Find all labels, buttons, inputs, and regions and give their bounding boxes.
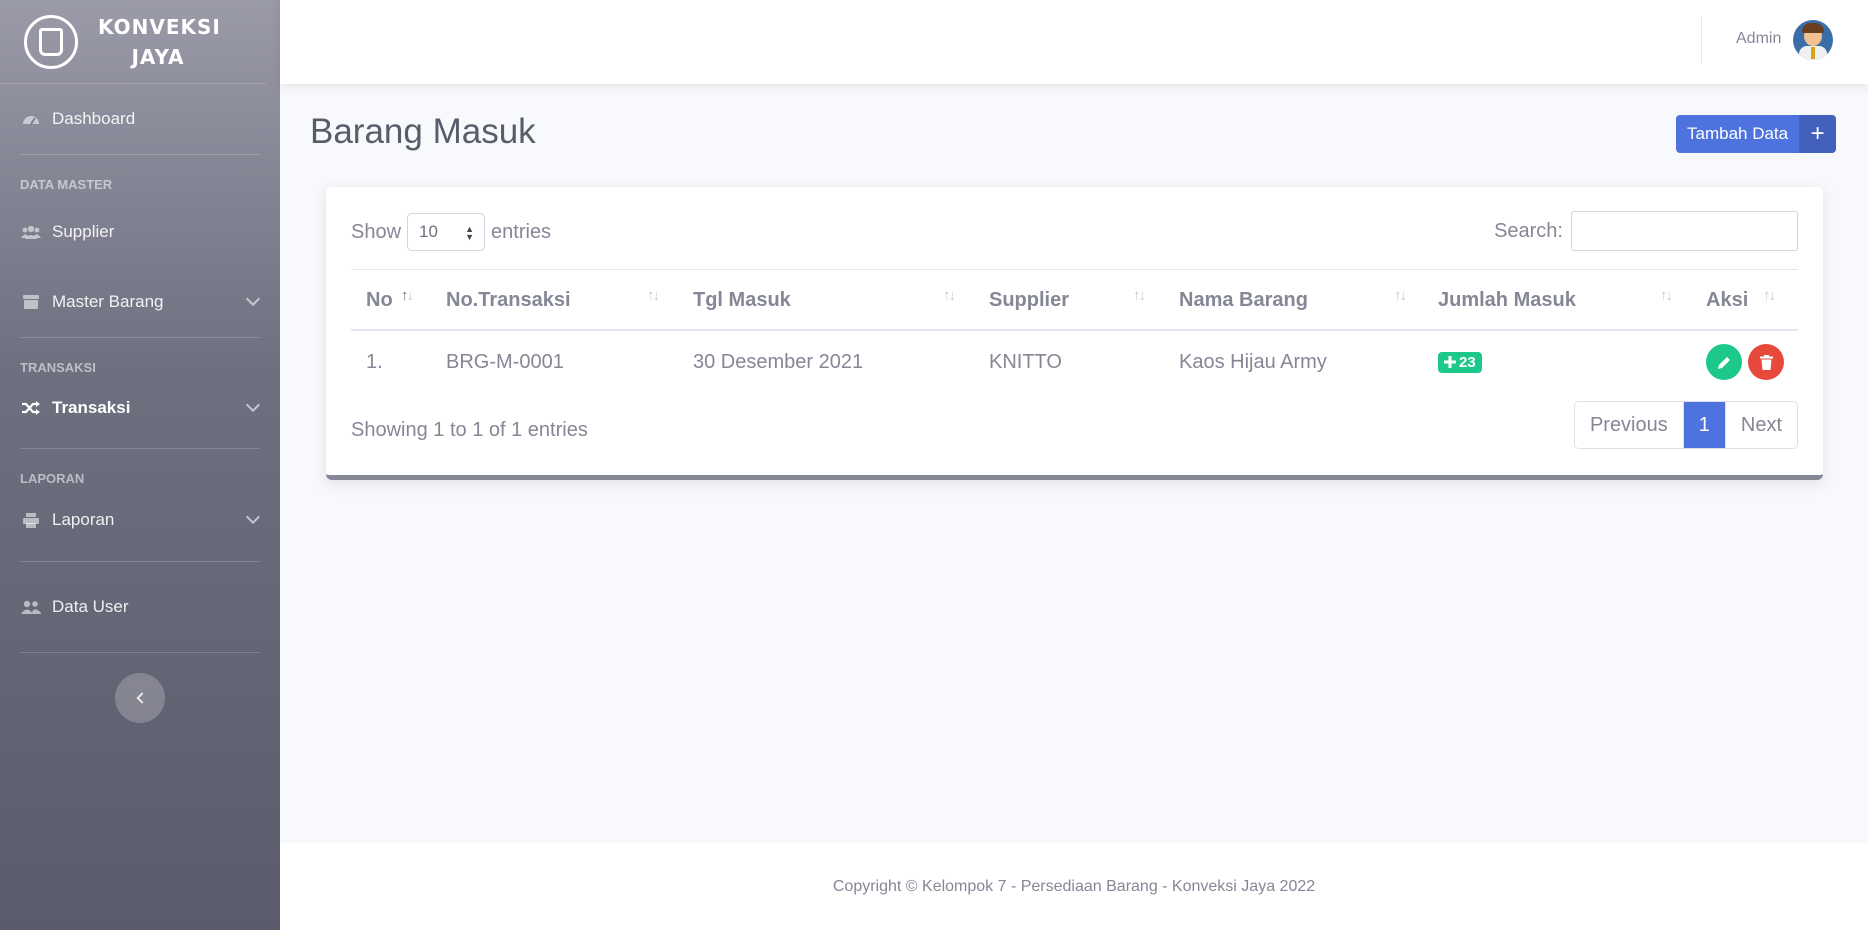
- table-header: No ↑↓ No.Transaksi ↑↓ Tgl Masuk ↑↓ Suppl…: [351, 269, 1798, 331]
- sidebar-heading-laporan: LAPORAN: [20, 471, 85, 486]
- sidebar-item-dashboard[interactable]: Dashboard: [0, 84, 280, 154]
- sort-icon: ↑↓: [1660, 287, 1673, 304]
- avatar[interactable]: [1793, 20, 1833, 60]
- sort-icon: ↑↓: [1763, 287, 1776, 304]
- cell-no-transaksi: BRG-M-0001: [446, 350, 564, 373]
- chevron-left-icon: [136, 692, 148, 704]
- shirt-icon: [24, 14, 78, 69]
- tachometer-icon: [20, 111, 42, 127]
- brand-name: KONVEKSI JAYA: [98, 14, 221, 69]
- select-arrows-icon: ▲ ▼: [465, 224, 475, 242]
- entries-length-control: Show 10 ▲ ▼ entries: [351, 213, 551, 251]
- sidebar-item-supplier[interactable]: Supplier: [0, 197, 280, 267]
- users-icon: [20, 224, 42, 240]
- chevron-down-icon: [245, 397, 261, 413]
- sidebar-item-transaksi[interactable]: Transaksi: [0, 380, 280, 436]
- chevron-down-icon: [245, 291, 261, 307]
- sidebar-item-data-user[interactable]: Data User: [0, 562, 280, 652]
- pagination: Previous 1 Next: [1573, 401, 1798, 449]
- cell-no: 1.: [366, 350, 383, 373]
- random-icon: [20, 400, 42, 416]
- quantity-badge: 23: [1438, 351, 1482, 373]
- pencil-icon: [1717, 356, 1730, 369]
- search-input[interactable]: [1571, 211, 1798, 251]
- column-header-supplier[interactable]: Supplier: [989, 270, 1069, 330]
- cell-supplier: KNITTO: [989, 350, 1062, 373]
- cell-jumlah-masuk: 23: [1438, 331, 1482, 393]
- sidebar-heading-transaksi: TRANSAKSI: [20, 360, 96, 375]
- column-header-no-transaksi[interactable]: No.Transaksi: [446, 270, 571, 330]
- sort-icon: ↑↓: [1394, 287, 1407, 304]
- entries-select[interactable]: 10 ▲ ▼: [407, 213, 486, 251]
- data-table-card: Show 10 ▲ ▼ entries Search: No ↑↓ No.Tran…: [326, 187, 1823, 480]
- column-header-tgl-masuk[interactable]: Tgl Masuk: [693, 270, 791, 330]
- user-friends-icon: [20, 599, 42, 615]
- column-header-no[interactable]: No: [366, 270, 393, 330]
- table-row: 1. BRG-M-0001 30 Desember 2021 KNITTO Ka…: [351, 331, 1798, 393]
- pagination-previous[interactable]: Previous: [1574, 402, 1683, 448]
- column-header-aksi[interactable]: Aksi: [1706, 270, 1748, 330]
- sidebar: KONVEKSI JAYA Dashboard DATA MASTER Supp…: [0, 0, 280, 930]
- sidebar-item-master-barang[interactable]: Master Barang: [0, 267, 280, 337]
- plus-icon: +: [1799, 115, 1837, 153]
- delete-button[interactable]: [1748, 344, 1784, 380]
- column-header-nama-barang[interactable]: Nama Barang: [1179, 270, 1308, 330]
- brand[interactable]: KONVEKSI JAYA: [0, 0, 266, 84]
- table-info: Showing 1 to 1 of 1 entries: [351, 419, 588, 441]
- sort-icon: ↑↓: [943, 287, 956, 304]
- print-icon: [20, 512, 42, 528]
- page-title: Barang Masuk: [310, 112, 536, 151]
- topbar: Admin: [280, 0, 1868, 84]
- add-data-button[interactable]: Tambah Data +: [1676, 115, 1837, 153]
- topbar-divider: [1701, 16, 1702, 64]
- cell-tgl-masuk: 30 Desember 2021: [693, 350, 864, 373]
- user-name[interactable]: Admin: [1736, 30, 1781, 48]
- add-data-label: Tambah Data: [1687, 124, 1789, 143]
- pagination-next[interactable]: Next: [1724, 402, 1797, 448]
- sidebar-item-laporan[interactable]: Laporan: [0, 491, 280, 549]
- sort-asc-icon: ↑↓: [401, 287, 414, 304]
- trash-icon: [1759, 354, 1773, 370]
- pagination-page-1[interactable]: 1: [1682, 402, 1725, 448]
- column-header-jumlah-masuk[interactable]: Jumlah Masuk: [1438, 270, 1576, 330]
- sort-icon: ↑↓: [1133, 287, 1146, 304]
- box-icon: [20, 294, 42, 310]
- footer: Copyright © Kelompok 7 - Persediaan Bara…: [280, 843, 1868, 930]
- sort-icon: ↑↓: [647, 287, 660, 304]
- cell-aksi: [1706, 331, 1784, 393]
- chevron-down-icon: [245, 509, 261, 525]
- sidebar-heading-data-master: DATA MASTER: [20, 177, 113, 192]
- plus-icon: [1444, 356, 1456, 368]
- edit-button[interactable]: [1706, 344, 1742, 380]
- cell-nama-barang: Kaos Hijau Army: [1179, 350, 1327, 373]
- sidebar-divider: [20, 652, 260, 653]
- copyright-text: Copyright © Kelompok 7 - Persediaan Bara…: [832, 877, 1316, 895]
- search-control: Search:: [1494, 211, 1798, 251]
- sidebar-toggle-button[interactable]: [115, 673, 165, 723]
